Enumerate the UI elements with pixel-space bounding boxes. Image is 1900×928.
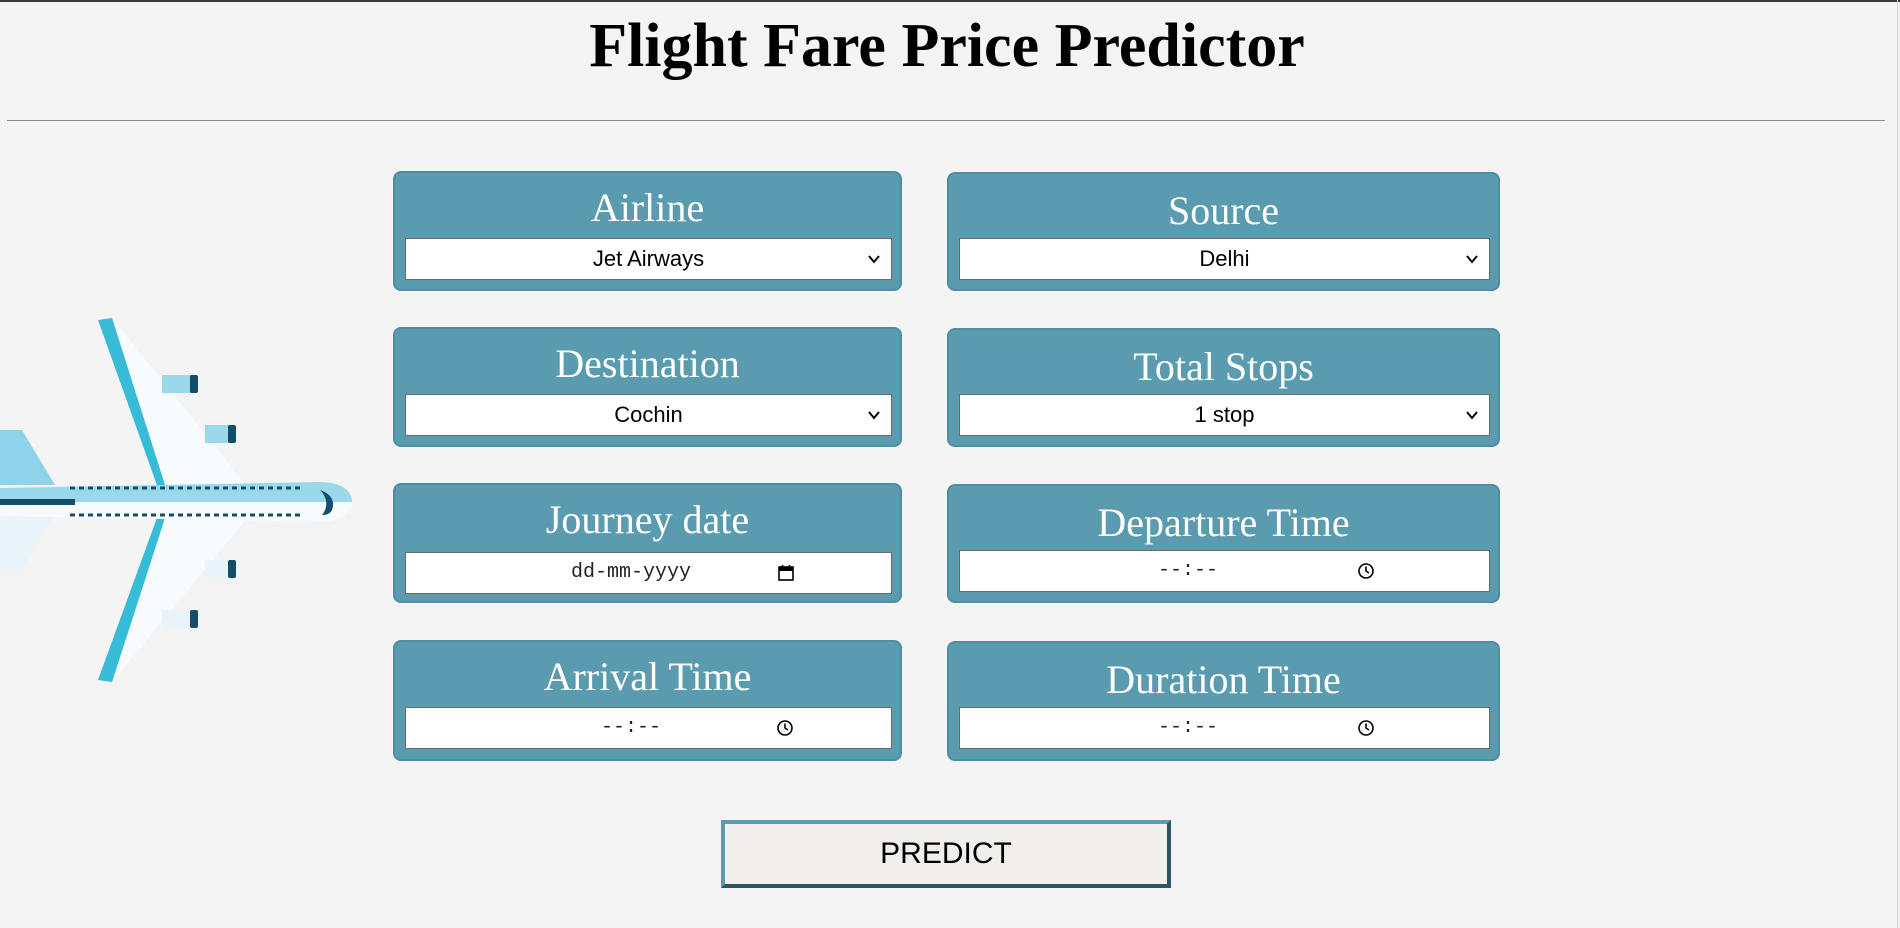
chevron-down-icon bbox=[1466, 411, 1478, 420]
airplane-illustration bbox=[0, 318, 352, 682]
source-selected-value: Delhi bbox=[1199, 246, 1250, 271]
arrival-time-input[interactable]: --:-- bbox=[405, 707, 892, 749]
total-stops-card: Total Stops 1 stop bbox=[947, 328, 1500, 447]
arrival-time-card: Arrival Time --:-- bbox=[393, 640, 902, 761]
header-divider bbox=[7, 120, 1885, 121]
clock-icon[interactable] bbox=[1357, 562, 1375, 580]
airline-selected-value: Jet Airways bbox=[592, 246, 705, 271]
journey-date-label: Journey date bbox=[545, 497, 750, 542]
destination-selected-value: Cochin bbox=[614, 402, 683, 427]
top-border bbox=[0, 0, 1900, 2]
duration-time-placeholder: --:-- bbox=[1157, 716, 1218, 739]
source-select[interactable]: Delhi bbox=[959, 238, 1490, 280]
departure-time-placeholder: --:-- bbox=[1157, 559, 1218, 582]
chevron-down-icon bbox=[1466, 255, 1478, 264]
destination-label: Destination bbox=[555, 341, 740, 386]
source-label: Source bbox=[1167, 188, 1280, 233]
departure-time-input[interactable]: --:-- bbox=[959, 550, 1490, 592]
departure-time-label: Departure Time bbox=[1097, 500, 1350, 545]
destination-select[interactable]: Cochin bbox=[405, 394, 892, 436]
calendar-icon[interactable] bbox=[777, 564, 795, 582]
source-card: Source Delhi bbox=[947, 172, 1500, 291]
destination-card: Destination Cochin bbox=[393, 327, 902, 447]
page-title: Flight Fare Price Predictor bbox=[589, 12, 1305, 80]
clock-icon[interactable] bbox=[776, 719, 794, 737]
duration-time-input[interactable]: --:-- bbox=[959, 707, 1490, 749]
total-stops-label: Total Stops bbox=[1133, 344, 1314, 389]
arrival-time-label: Arrival Time bbox=[543, 654, 752, 699]
clock-icon[interactable] bbox=[1357, 719, 1375, 737]
total-stops-select[interactable]: 1 stop bbox=[959, 394, 1490, 436]
journey-date-input[interactable]: dd-mm-yyyy bbox=[405, 552, 892, 594]
departure-time-card: Departure Time --:-- bbox=[947, 484, 1500, 603]
airline-label: Airline bbox=[590, 185, 705, 230]
predict-button[interactable]: PREDICT bbox=[721, 820, 1171, 888]
total-stops-selected-value: 1 stop bbox=[1194, 402, 1255, 427]
airline-select[interactable]: Jet Airways bbox=[405, 238, 892, 280]
duration-time-card: Duration Time --:-- bbox=[947, 641, 1500, 761]
duration-time-label: Duration Time bbox=[1106, 657, 1341, 702]
journey-date-card: Journey date dd-mm-yyyy bbox=[393, 483, 902, 603]
chevron-down-icon bbox=[868, 255, 880, 264]
chevron-down-icon bbox=[868, 411, 880, 420]
airline-card: Airline Jet Airways bbox=[393, 171, 902, 291]
scrollbar-edge bbox=[1897, 0, 1898, 928]
